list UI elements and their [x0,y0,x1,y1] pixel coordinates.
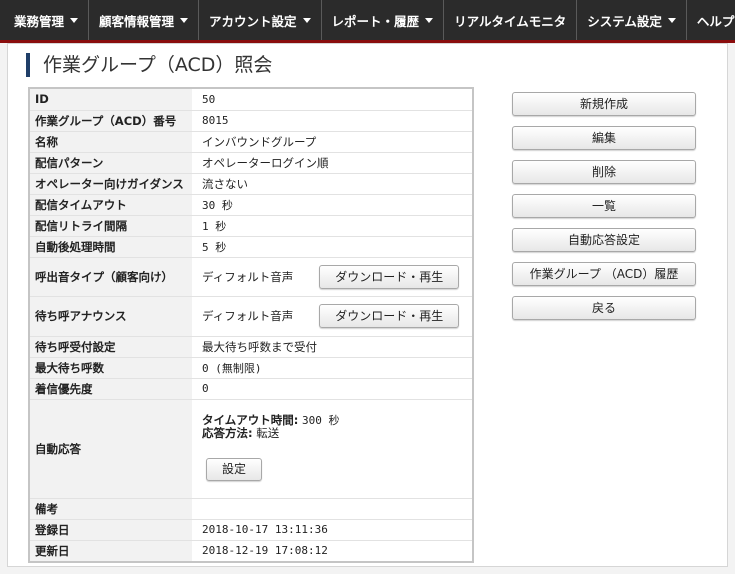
nav-item-business[interactable]: 業務管理 [0,0,90,40]
row-value: 2018-10-17 13:11:36 [192,519,472,541]
nav-label: リアルタイムモニタ [454,13,567,29]
row-value: 0 (無制限) [192,357,472,379]
detail-table: ID 50 作業グループ（ACD）番号 8015 名称 インバウンドグループ 配… [28,87,474,563]
row-value: 1 秒 [192,215,472,237]
table-row: 更新日 2018-12-19 17:08:12 [30,540,472,561]
row-label: 自動応答 [30,399,192,499]
auto-method-value: 転送 [256,425,280,440]
auto-timeout-label: タイムアウト時間: [202,412,299,427]
table-row: 自動後処理時間 5 秒 [30,236,472,258]
row-value: 8015 [192,110,472,132]
nav-item-system[interactable]: システム設定 [577,0,687,40]
table-row: 最大待ち呼数 0 (無制限) [30,357,472,379]
row-value [192,498,472,520]
action-button-column: 新規作成 編集 削除 一覧 自動応答設定 作業グループ （ACD）履歴 戻る [512,92,696,330]
row-value: 50 [192,89,472,111]
auto-response-settings-button[interactable]: 自動応答設定 [512,228,696,252]
table-row: 待ち呼受付設定 最大待ち呼数まで受付 [30,336,472,358]
table-row: 備考 [30,498,472,520]
row-label: 登録日 [30,519,192,541]
table-row: 配信パターン オペレーターログイン順 [30,152,472,174]
table-row: ID 50 [30,89,472,111]
row-value-cell: ディフォルト音声 ダウンロード・再生 [192,296,472,337]
row-value: 30 秒 [192,194,472,216]
row-value-cell: タイムアウト時間: 300 秒 応答方法: 転送 設定 [192,399,472,499]
chevron-down-icon [70,17,79,23]
download-play-button[interactable]: ダウンロード・再生 [319,264,460,289]
table-row: 作業グループ（ACD）番号 8015 [30,110,472,132]
row-label: オペレーター向けガイダンス [30,173,192,195]
nav-label: ヘルプ [696,13,735,29]
nav-label: システム設定 [587,13,662,29]
row-label: 配信タイムアウト [30,194,192,216]
row-label: 配信パターン [30,152,192,174]
nav-label: レポート・履歴 [331,13,420,29]
row-label: 待ち呼受付設定 [30,336,192,358]
row-value: 5 秒 [192,236,472,258]
row-label: 作業グループ（ACD）番号 [30,110,192,132]
row-label: 備考 [30,498,192,520]
table-row: 名称 インバウンドグループ [30,131,472,153]
page-title: 作業グループ（ACD）照会 [26,53,272,77]
nav-item-account[interactable]: アカウント設定 [199,0,322,40]
nav-label: アカウント設定 [209,13,297,29]
auto-method-label: 応答方法: [202,425,253,440]
row-label: 最大待ち呼数 [30,357,192,379]
top-nav-bar: 業務管理 顧客情報管理 アカウント設定 レポート・履歴 リアルタイムモニタ シス… [0,0,735,40]
row-label: 呼出音タイプ（顧客向け） [30,257,192,297]
row-label: 着信優先度 [30,378,192,400]
table-row: 配信リトライ間隔 1 秒 [30,215,472,237]
nav-label: 顧客情報管理 [99,13,175,29]
delete-button[interactable]: 削除 [512,160,696,184]
nav-item-report[interactable]: レポート・履歴 [322,0,445,40]
row-value: ディフォルト音声 [202,269,294,284]
download-play-button[interactable]: ダウンロード・再生 [319,304,460,328]
row-value: ディフォルト音声 [202,309,294,323]
table-row: 着信優先度 0 [30,378,472,400]
chevron-down-icon [667,17,676,23]
nav-label: 業務管理 [14,13,65,29]
table-row: 配信タイムアウト 30 秒 [30,194,472,216]
table-row: 呼出音タイプ（顧客向け） ディフォルト音声 ダウンロード・再生 [30,257,472,297]
auto-response-block: タイムアウト時間: 300 秒 応答方法: 転送 設定 [202,400,462,481]
nav-item-help[interactable]: ヘルプ [687,0,735,40]
nav-item-realtime[interactable]: リアルタイムモニタ [444,0,578,40]
row-value: 流さない [192,173,472,195]
edit-button[interactable]: 編集 [512,126,696,150]
row-value-cell: ディフォルト音声 ダウンロード・再生 [192,257,472,297]
announce-value-group: ディフォルト音声 ダウンロード・再生 [202,304,462,328]
auto-settings-button[interactable]: 設定 [206,457,262,481]
table-row: 自動応答 タイムアウト時間: 300 秒 応答方法: 転送 設定 [30,399,472,499]
table-row: 待ち呼アナウンス ディフォルト音声 ダウンロード・再生 [30,296,472,337]
auto-timeout-value: 300 秒 [302,413,340,427]
row-value: インバウンドグループ [192,131,472,153]
row-label: 自動後処理時間 [30,236,192,258]
nav-item-customer[interactable]: 顧客情報管理 [89,0,200,40]
ring-value-group: ディフォルト音声 ダウンロード・再生 [202,264,462,289]
table-row: オペレーター向けガイダンス 流さない [30,173,472,195]
row-label: 待ち呼アナウンス [30,296,192,337]
new-button[interactable]: 新規作成 [512,92,696,116]
chevron-down-icon [425,17,434,23]
chevron-down-icon [302,17,311,23]
list-button[interactable]: 一覧 [512,194,696,218]
chevron-down-icon [180,17,189,23]
auto-method-line: 応答方法: 転送 [202,425,462,440]
row-label: 名称 [30,131,192,153]
row-value: 0 [192,378,472,400]
content-panel: 作業グループ（ACD）照会 ID 50 作業グループ（ACD）番号 8015 名… [7,43,728,567]
table-row: 登録日 2018-10-17 13:11:36 [30,519,472,541]
history-button[interactable]: 作業グループ （ACD）履歴 [512,262,696,286]
row-label: 更新日 [30,540,192,561]
row-label: 配信リトライ間隔 [30,215,192,237]
row-value: オペレーターログイン順 [192,152,472,174]
row-value: 最大待ち呼数まで受付 [192,336,472,358]
row-value: 2018-12-19 17:08:12 [202,544,328,558]
back-button[interactable]: 戻る [512,296,696,320]
row-label: ID [30,89,192,111]
